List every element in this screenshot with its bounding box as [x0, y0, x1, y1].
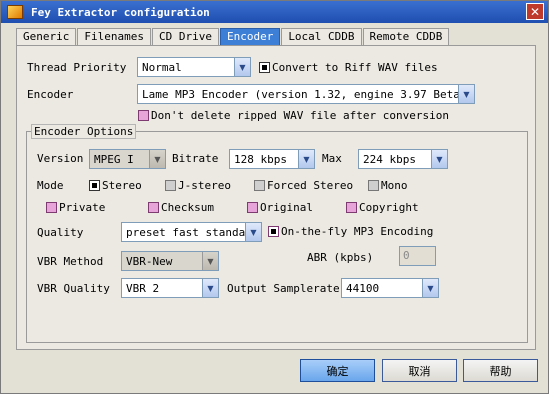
copyright-label: Copyright	[359, 201, 419, 214]
quality-value: preset fast standard	[126, 225, 245, 239]
ok-button[interactable]: 确定	[300, 359, 375, 382]
mode-mono-label: Mono	[381, 179, 408, 192]
on-the-fly-checkbox[interactable]: On-the-fly MP3 Encoding	[268, 225, 433, 238]
window-title: Fey Extractor configuration	[31, 5, 210, 19]
cancel-button[interactable]: 取消	[382, 359, 457, 382]
on-the-fly-label: On-the-fly MP3 Encoding	[281, 225, 434, 238]
title-bar[interactable]: Fey Extractor configuration ✕	[1, 1, 548, 23]
thread-priority-label: Thread Priority	[27, 61, 127, 74]
checkbox-box[interactable]	[346, 202, 357, 213]
checkbox-box[interactable]	[368, 180, 379, 191]
encoder-options-title: Encoder Options	[31, 124, 137, 139]
chevron-down-icon[interactable]: ▼	[149, 150, 165, 168]
original-label: Original	[260, 201, 313, 214]
checkbox-box[interactable]	[268, 226, 279, 237]
vbr-method-select[interactable]: VBR-New ▼	[121, 251, 219, 271]
mode-stereo-label: Stereo	[102, 179, 142, 192]
chevron-down-icon[interactable]: ▼	[234, 58, 250, 76]
vbr-quality-label: VBR Quality	[37, 282, 110, 295]
encoder-value: Lame MP3 Encoder (version 1.32, engine 3…	[142, 87, 458, 101]
chevron-down-icon[interactable]: ▼	[245, 223, 261, 241]
checkbox-box[interactable]	[259, 62, 270, 73]
original-checkbox[interactable]: Original	[247, 201, 313, 214]
tab-remote-cddb[interactable]: Remote CDDB	[362, 28, 450, 46]
max-label: Max	[322, 152, 342, 165]
dont-delete-checkbox[interactable]: Don't delete ripped WAV file after conve…	[138, 109, 449, 122]
mode-jstereo-label: J-stereo	[178, 179, 231, 192]
abr-input[interactable]: 0	[399, 246, 436, 266]
output-samplerate-value: 44100	[346, 281, 380, 295]
encoder-panel: Thread Priority Normal ▼ Convert to Riff…	[16, 45, 536, 350]
checkbox-box[interactable]	[46, 202, 57, 213]
thread-priority-select[interactable]: Normal ▼	[137, 57, 251, 77]
private-label: Private	[59, 201, 106, 214]
thread-priority-value: Normal	[142, 60, 182, 74]
output-samplerate-label: Output Samplerate	[227, 282, 340, 295]
chevron-down-icon[interactable]: ▼	[431, 150, 447, 168]
abr-label: ABR (kpbs)	[307, 251, 374, 264]
version-select[interactable]: MPEG I ▼	[89, 149, 166, 169]
checkbox-box[interactable]	[89, 180, 100, 191]
version-value: MPEG I	[94, 152, 134, 166]
mode-label: Mode	[37, 179, 64, 192]
max-select[interactable]: 224 kbps ▼	[358, 149, 448, 169]
checkbox-box[interactable]	[148, 202, 159, 213]
checkbox-box[interactable]	[247, 202, 258, 213]
output-samplerate-select[interactable]: 44100 ▼	[341, 278, 439, 298]
convert-riff-checkbox[interactable]: Convert to Riff WAV files	[259, 61, 438, 74]
vbr-quality-select[interactable]: VBR 2 ▼	[121, 278, 219, 298]
chevron-down-icon[interactable]: ▼	[298, 150, 314, 168]
vbr-method-label: VBR Method	[37, 255, 104, 268]
tab-local-cddb[interactable]: Local CDDB	[281, 28, 362, 46]
mode-mono-option[interactable]: Mono	[368, 179, 408, 192]
max-value: 224 kbps	[363, 152, 416, 166]
vbr-quality-value: VBR 2	[126, 281, 160, 295]
tab-cd-drive[interactable]: CD Drive	[151, 28, 219, 46]
chevron-down-icon[interactable]: ▼	[422, 279, 438, 297]
checksum-checkbox[interactable]: Checksum	[148, 201, 214, 214]
quality-select[interactable]: preset fast standard ▼	[121, 222, 262, 242]
vbr-method-value: VBR-New	[126, 254, 173, 268]
convert-riff-label: Convert to Riff WAV files	[272, 61, 438, 74]
bitrate-select[interactable]: 128 kbps ▼	[229, 149, 315, 169]
tab-encoder[interactable]: Encoder	[219, 28, 281, 46]
tab-filenames[interactable]: Filenames	[77, 28, 151, 46]
bitrate-label: Bitrate	[172, 152, 219, 165]
chevron-down-icon[interactable]: ▼	[202, 279, 218, 297]
help-button[interactable]: 帮助	[463, 359, 538, 382]
close-icon[interactable]: ✕	[526, 3, 544, 20]
mode-forced-stereo-option[interactable]: Forced Stereo	[254, 179, 353, 192]
private-checkbox[interactable]: Private	[46, 201, 105, 214]
mode-jstereo-option[interactable]: J-stereo	[165, 179, 231, 192]
tab-bar: Generic Filenames CD Drive Encoder Local…	[16, 28, 450, 46]
checkbox-box[interactable]	[165, 180, 176, 191]
app-icon	[7, 5, 23, 19]
checkbox-box[interactable]	[254, 180, 265, 191]
bitrate-value: 128 kbps	[234, 152, 287, 166]
config-window: Fey Extractor configuration ✕ Generic Fi…	[0, 0, 549, 394]
chevron-down-icon[interactable]: ▼	[202, 252, 218, 270]
mode-stereo-option[interactable]: Stereo	[89, 179, 142, 192]
checksum-label: Checksum	[161, 201, 214, 214]
encoder-label: Encoder	[27, 88, 74, 101]
version-label: Version	[37, 152, 84, 165]
chevron-down-icon[interactable]: ▼	[458, 85, 474, 103]
copyright-checkbox[interactable]: Copyright	[346, 201, 419, 214]
encoder-select[interactable]: Lame MP3 Encoder (version 1.32, engine 3…	[137, 84, 475, 104]
checkbox-box[interactable]	[138, 110, 149, 121]
dont-delete-label: Don't delete ripped WAV file after conve…	[151, 109, 450, 122]
quality-label: Quality	[37, 226, 84, 239]
mode-forced-stereo-label: Forced Stereo	[267, 179, 354, 192]
tab-generic[interactable]: Generic	[16, 28, 77, 46]
